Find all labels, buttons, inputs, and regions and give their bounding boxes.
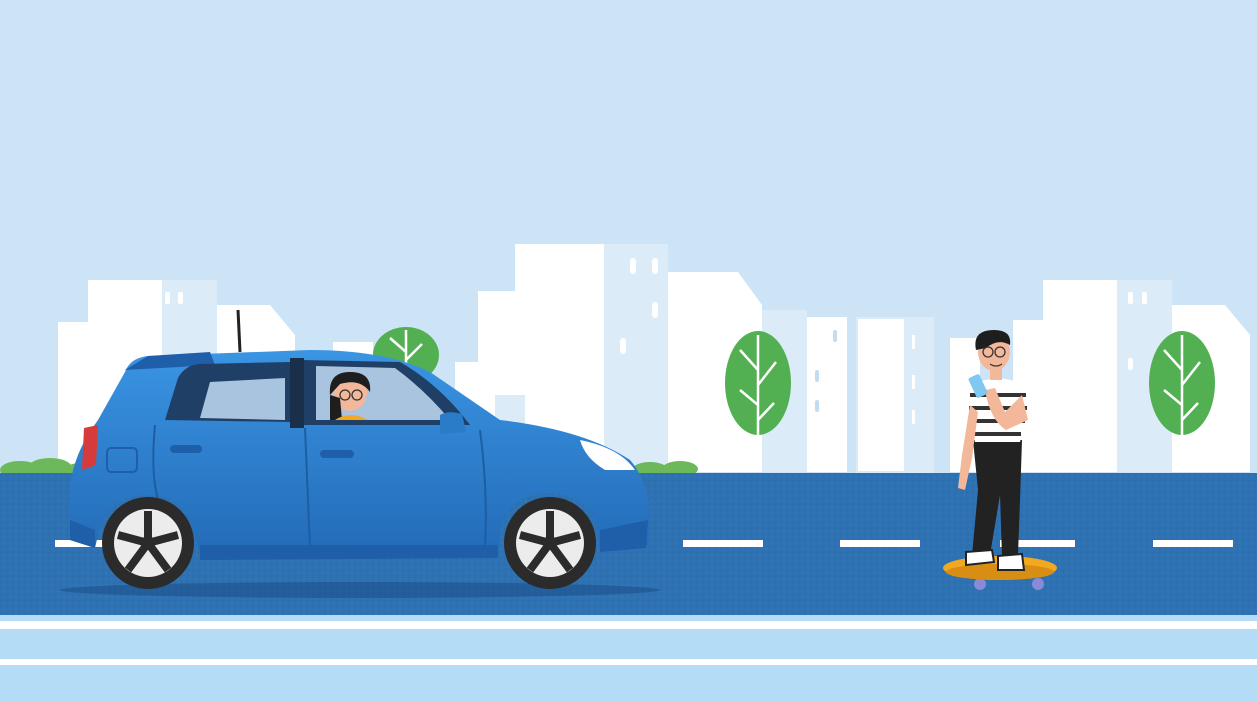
street-scene xyxy=(0,0,1257,702)
front-wheel xyxy=(504,497,596,589)
rear-wheel xyxy=(102,497,194,589)
